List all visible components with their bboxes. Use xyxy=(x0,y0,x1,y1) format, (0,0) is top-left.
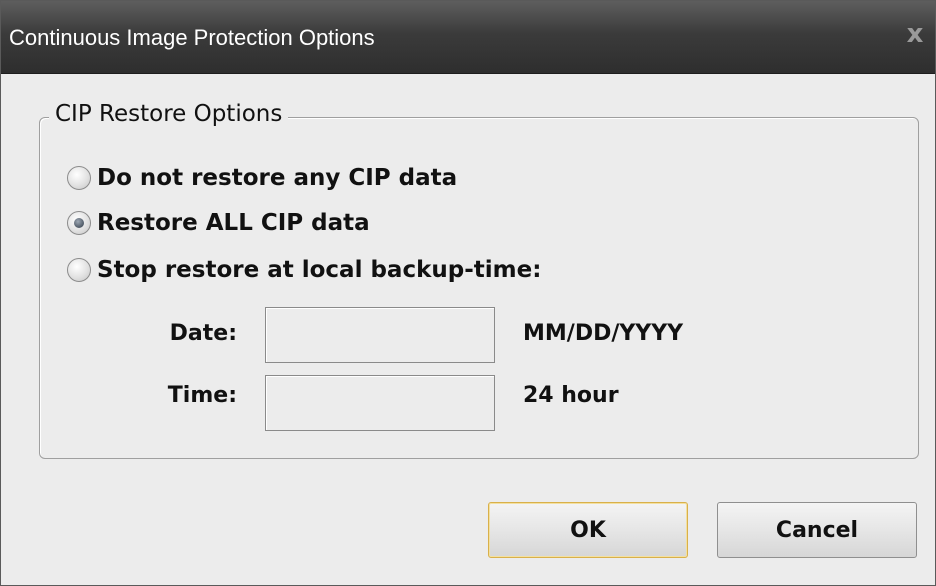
time-input[interactable] xyxy=(265,375,495,431)
close-icon[interactable]: x xyxy=(901,19,929,49)
radio-label: Stop restore at local backup-time: xyxy=(97,257,542,283)
cip-options-dialog: Continuous Image Protection Options x CI… xyxy=(0,0,936,586)
time-label: Time: xyxy=(167,383,237,408)
dialog-title: Continuous Image Protection Options xyxy=(9,25,375,50)
radio-icon[interactable] xyxy=(67,258,91,282)
radio-restore-all[interactable]: Restore ALL CIP data xyxy=(67,208,370,238)
date-label: Date: xyxy=(169,321,237,346)
ok-button[interactable]: OK xyxy=(488,502,688,558)
title-bar[interactable]: Continuous Image Protection Options x xyxy=(1,1,935,74)
radio-label: Restore ALL CIP data xyxy=(97,210,370,236)
radio-label: Do not restore any CIP data xyxy=(97,165,458,191)
date-input[interactable] xyxy=(265,307,495,363)
radio-icon[interactable] xyxy=(67,211,91,235)
group-legend: CIP Restore Options xyxy=(49,101,289,127)
cancel-button[interactable]: Cancel xyxy=(717,502,917,558)
radio-stop-at-time[interactable]: Stop restore at local backup-time: xyxy=(67,255,541,285)
date-format-hint: MM/DD/YYYY xyxy=(523,321,684,346)
time-format-hint: 24 hour xyxy=(523,383,619,408)
radio-icon[interactable] xyxy=(67,166,91,190)
radio-do-not-restore[interactable]: Do not restore any CIP data xyxy=(67,163,457,193)
